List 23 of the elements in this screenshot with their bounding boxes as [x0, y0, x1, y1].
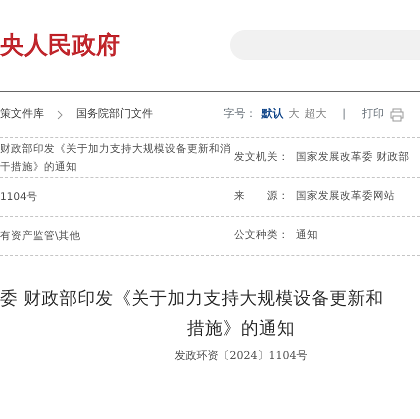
meta-value: 有资产监管\其他 [0, 230, 81, 242]
document-title: 措施》的通知 [186, 318, 296, 341]
font-size-option[interactable]: 默认 [261, 106, 284, 123]
meta-value: 干措施》的通知 [0, 160, 77, 172]
font-size-option[interactable]: 大 [288, 106, 300, 123]
meta-label: 来 源： [234, 189, 290, 204]
meta-value: 国家发展改革委 财政部 [296, 150, 410, 165]
document-number: 发政环资〔2024〕1104号 [174, 348, 308, 364]
meta-value: 财政部印发《关于加力支持大规模设备更新和消 [0, 142, 231, 154]
meta-label: 公文种类： [234, 228, 290, 244]
meta-value: 国家发展改革委网站 [296, 189, 395, 204]
font-size-option[interactable]: 超大 [304, 106, 326, 123]
font-size-label: 字号： [223, 106, 256, 122]
meta-value: 通知 [296, 228, 318, 244]
document-title: 委 财政部印发《关于加力支持大规模设备更新和 [0, 288, 385, 311]
meta-label: 发文机关： [234, 150, 290, 165]
printer-icon[interactable] [390, 108, 404, 122]
separator: | [342, 106, 346, 122]
breadcrumb-link[interactable]: 国务院部门文件 [76, 106, 153, 123]
meta-value: 1104号 [0, 191, 38, 203]
breadcrumb-link[interactable]: 策文件库 [0, 106, 44, 123]
print-link[interactable]: 打印 [362, 106, 384, 123]
chevron-icon [56, 110, 64, 120]
